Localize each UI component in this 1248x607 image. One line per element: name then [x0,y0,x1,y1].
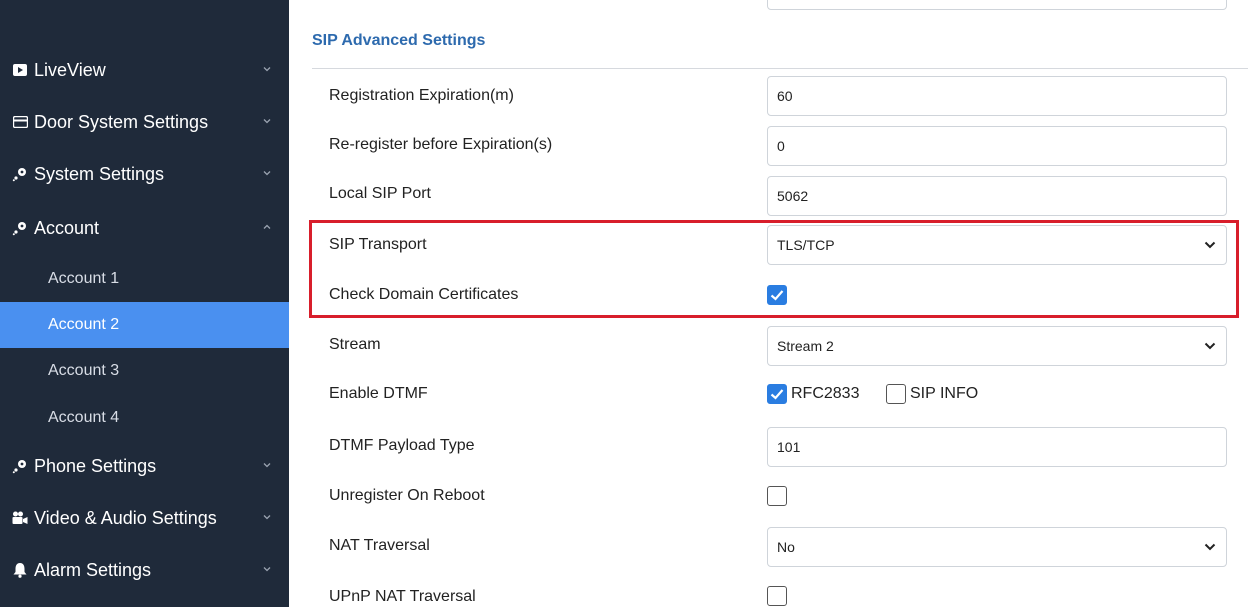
dtmf-rfc2833-checkbox[interactable] [767,384,787,404]
chevron-down-icon [1204,543,1216,551]
local-sip-port-label: Local SIP Port [329,185,431,202]
chevron-down-icon [263,513,271,521]
sidebar: LiveView Door System Settings System Set… [0,0,289,607]
upnp-nat-traversal-checkbox[interactable] [767,586,787,606]
section-divider [312,68,1248,69]
dtmf-payload-type-input[interactable]: 101 [767,427,1227,467]
sidebar-item-phone-settings[interactable]: Phone Settings [0,442,289,490]
card-icon [12,114,28,130]
sidebar-item-liveview[interactable]: LiveView [0,46,289,94]
settings-panel: SIP Advanced Settings Registration Expir… [289,0,1248,607]
sidebar-item-label: Door System Settings [34,111,209,132]
sidebar-item-account[interactable]: Account [0,204,289,252]
nat-traversal-value: No [777,539,795,555]
play-icon [12,62,28,78]
sidebar-item-label: Account 3 [48,362,120,379]
sidebar-item-label: Account 1 [48,270,120,287]
checkmark-icon [770,389,784,400]
sidebar-item-account-4[interactable]: Account 4 [0,395,289,441]
dtmf-sip-info-label: SIP INFO [910,385,979,402]
section-title: SIP Advanced Settings [312,32,486,49]
dtmf-rfc2833-label: RFC2833 [791,385,860,402]
sidebar-item-label: Account 4 [48,409,120,426]
stream-label: Stream [329,336,381,353]
bell-icon [12,562,28,578]
sidebar-item-label: Phone Settings [34,455,157,476]
reregister-before-expiration-label: Re-register before Expiration(s) [329,136,553,153]
sidebar-item-label: LiveView [34,59,106,80]
sidebar-item-label: Account 2 [48,316,120,333]
sidebar-item-label: System Settings [34,163,165,184]
dtmf-sip-info-checkbox[interactable] [886,384,906,404]
key-icon [12,220,28,236]
sidebar-item-video-audio-settings[interactable]: Video & Audio Settings [0,494,289,542]
registration-expiration-label: Registration Expiration(m) [329,87,514,104]
dtmf-sip-info-option[interactable]: SIP INFO [886,384,978,404]
key-icon [12,166,28,182]
reregister-before-expiration-input[interactable]: 0 [767,126,1227,166]
chevron-down-icon [263,565,271,573]
sidebar-item-system-settings[interactable]: System Settings [0,150,289,198]
sidebar-item-label: Video & Audio Settings [34,507,217,528]
upnp-nat-traversal-label: UPnP NAT Traversal [329,588,476,605]
dtmf-payload-type-label: DTMF Payload Type [329,437,475,454]
sidebar-item-alarm-settings[interactable]: Alarm Settings [0,546,289,594]
sidebar-item-account-2[interactable]: Account 2 [0,302,289,348]
sidebar-item-door-system-settings[interactable]: Door System Settings [0,98,289,146]
sidebar-item-label: Alarm Settings [34,559,152,580]
stream-select[interactable]: Stream 2 [767,326,1227,366]
unregister-on-reboot-checkbox[interactable] [767,486,787,506]
key-icon [12,458,28,474]
unregister-on-reboot-label: Unregister On Reboot [329,487,485,504]
chevron-down-icon [263,461,271,469]
sidebar-item-account-1[interactable]: Account 1 [0,256,289,302]
dtmf-rfc2833-option[interactable]: RFC2833 [767,384,859,404]
enable-dtmf-label: Enable DTMF [329,385,428,402]
chevron-down-icon [263,117,271,125]
camera-icon [12,510,28,526]
chevron-down-icon [263,169,271,177]
sidebar-item-account-3[interactable]: Account 3 [0,348,289,394]
registration-expiration-input[interactable]: 60 [767,76,1227,116]
stream-value: Stream 2 [777,338,834,354]
nat-traversal-label: NAT Traversal [329,537,430,554]
previous-field[interactable] [767,0,1227,10]
local-sip-port-input[interactable]: 5062 [767,176,1227,216]
chevron-down-icon [263,65,271,73]
highlight-box [309,220,1239,318]
nat-traversal-select[interactable]: No [767,527,1227,567]
chevron-down-icon [1204,342,1216,350]
chevron-up-icon [263,223,271,231]
sidebar-item-label: Account [34,217,100,238]
